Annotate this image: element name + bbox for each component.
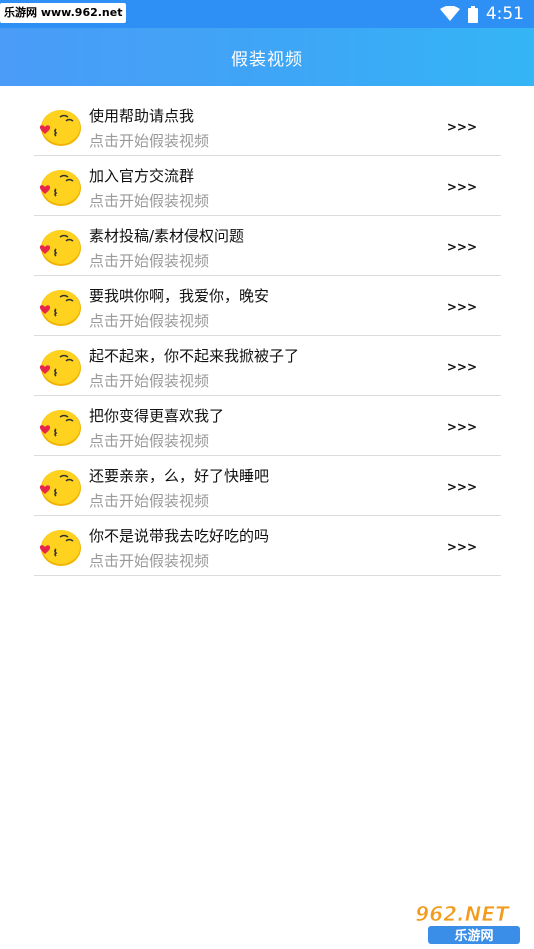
kiss-emoji-icon <box>39 410 81 446</box>
kiss-emoji-icon <box>39 350 81 386</box>
list-item-title: 你不是说带我去吃好吃的吗 <box>89 527 270 545</box>
status-indicators: 4:51 <box>439 0 524 28</box>
list-item-arrow[interactable]: >>> <box>447 360 477 374</box>
list-item-title: 要我哄你啊，我爱你，晚安 <box>89 287 270 305</box>
video-list: 使用帮助请点我 点击开始假装视频 >>> 加入官方交流群 点击开始假装视频 >>… <box>34 96 501 576</box>
list-item-7[interactable]: 还要亲亲，么，好了快睡吧 点击开始假装视频 >>> <box>34 456 501 516</box>
list-item-subtitle: 点击开始假装视频 <box>89 312 210 330</box>
list-item-arrow[interactable]: >>> <box>447 540 477 554</box>
list-item-title: 素材投稿/素材侵权问题 <box>89 227 245 245</box>
watermark-logo-bottom: 乐游网 <box>454 928 493 944</box>
list-item-subtitle: 点击开始假装视频 <box>89 432 210 450</box>
list-item-title: 把你变得更喜欢我了 <box>89 407 225 425</box>
list-item-5[interactable]: 起不起来，你不起来我掀被子了 点击开始假装视频 >>> <box>34 336 501 396</box>
list-item-title: 使用帮助请点我 <box>89 107 195 125</box>
list-item-2[interactable]: 加入官方交流群 点击开始假装视频 >>> <box>34 156 501 216</box>
list-item-subtitle: 点击开始假装视频 <box>89 132 210 150</box>
list-item-subtitle: 点击开始假装视频 <box>89 372 210 390</box>
watermark-label: 乐游网 www.962.net <box>0 3 127 23</box>
list-item-title: 加入官方交流群 <box>89 167 195 185</box>
kiss-emoji-icon <box>39 170 81 206</box>
list-item-1[interactable]: 使用帮助请点我 点击开始假装视频 >>> <box>34 96 501 156</box>
list-item-arrow[interactable]: >>> <box>447 240 477 254</box>
list-item-arrow[interactable]: >>> <box>447 480 477 494</box>
kiss-emoji-icon <box>39 470 81 506</box>
list-item-8[interactable]: 你不是说带我去吃好吃的吗 点击开始假装视频 >>> <box>34 516 501 576</box>
list-item-6[interactable]: 把你变得更喜欢我了 点击开始假装视频 >>> <box>34 396 501 456</box>
kiss-emoji-icon <box>39 530 81 566</box>
list-item-arrow[interactable]: >>> <box>447 120 477 134</box>
status-bar: 乐游网 www.962.net 4:51 <box>0 0 534 28</box>
page-title: 假装视频 <box>231 49 303 70</box>
kiss-emoji-icon <box>39 110 81 146</box>
kiss-emoji-icon <box>39 290 81 326</box>
list-item-title: 还要亲亲，么，好了快睡吧 <box>89 467 270 485</box>
wifi-icon <box>439 6 460 21</box>
watermark-logo-top: 962.NET <box>415 902 510 926</box>
app-bar: 假装视频 <box>0 28 534 86</box>
list-item-subtitle: 点击开始假装视频 <box>89 252 210 270</box>
watermark-logo: 962.NET 乐游网 <box>415 902 520 944</box>
list-item-arrow[interactable]: >>> <box>447 300 477 314</box>
status-time: 4:51 <box>485 4 524 24</box>
battery-icon <box>467 5 478 23</box>
list-item-3[interactable]: 素材投稿/素材侵权问题 点击开始假装视频 >>> <box>34 216 501 276</box>
list-item-title: 起不起来，你不起来我掀被子了 <box>89 347 300 365</box>
list-item-subtitle: 点击开始假装视频 <box>89 492 210 510</box>
list-item-subtitle: 点击开始假装视频 <box>89 192 210 210</box>
list-item-arrow[interactable]: >>> <box>447 420 477 434</box>
list-item-subtitle: 点击开始假装视频 <box>89 552 210 570</box>
list-item-arrow[interactable]: >>> <box>447 180 477 194</box>
kiss-emoji-icon <box>39 230 81 266</box>
list-item-4[interactable]: 要我哄你啊，我爱你，晚安 点击开始假装视频 >>> <box>34 276 501 336</box>
